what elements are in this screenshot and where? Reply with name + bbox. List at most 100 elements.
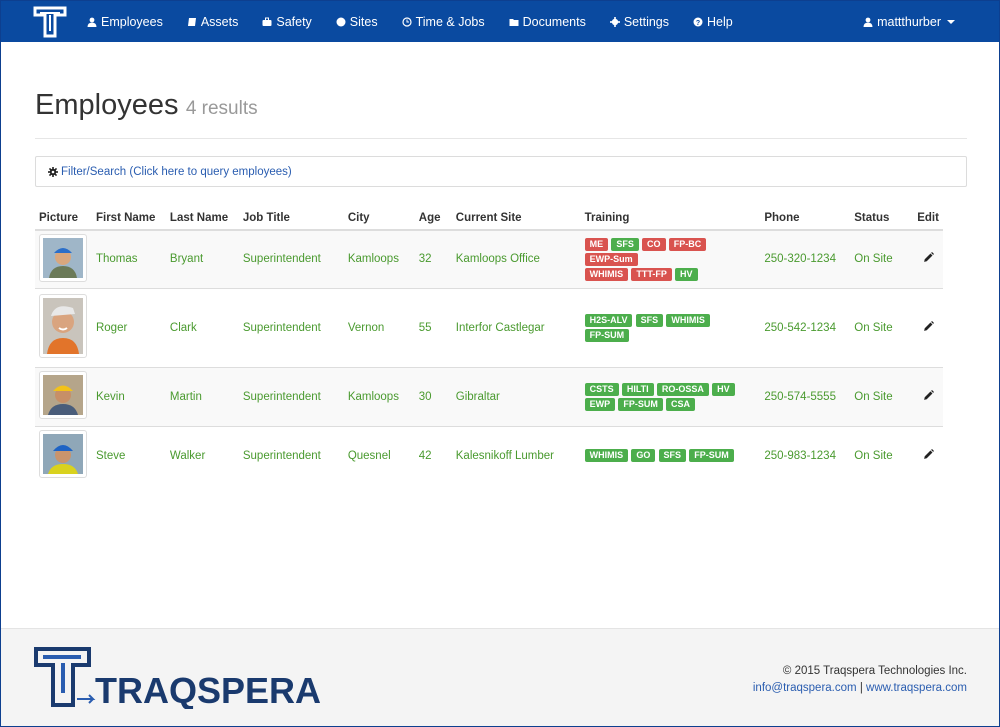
avatar[interactable] (39, 430, 87, 479)
footer-info: © 2015 Traqspera Technologies Inc. info@… (753, 663, 967, 697)
training-badge[interactable]: SFS (658, 449, 687, 463)
current-site[interactable]: Kamloops Office (451, 229, 581, 288)
traqspera-logo-icon[interactable] (33, 5, 67, 39)
training-badge[interactable]: FP-BC (668, 237, 707, 251)
filter-search-panel[interactable]: Filter/Search (Click here to query emplo… (35, 156, 967, 187)
table-row: Roger Clark Superintendent Vernon 55 Int… (35, 287, 943, 367)
nav-employees-label: Employees (101, 14, 163, 29)
training-badge[interactable]: HV (712, 382, 735, 396)
results-count: 4 results (185, 98, 258, 119)
table-row: Steve Walker Superintendent Quesnel 42 K… (35, 425, 943, 485)
col-status: Status (850, 206, 914, 231)
edit-cell (913, 366, 943, 426)
training-badge[interactable]: WHIMIS (584, 449, 629, 463)
page-header: Employees 4 results (35, 89, 967, 139)
training-badge[interactable]: WHIMIS (584, 267, 629, 281)
first-name[interactable]: Steve (91, 425, 166, 485)
training-badge[interactable]: WHIMIS (666, 313, 710, 327)
training-badge[interactable]: CO (642, 237, 666, 251)
training-badge[interactable]: EWP-Sum (584, 252, 638, 266)
avatar[interactable] (39, 371, 87, 419)
training-badge[interactable]: SFS (611, 237, 639, 251)
pencil-icon[interactable] (923, 448, 934, 463)
training-badge[interactable]: FP-SUM (584, 328, 630, 342)
employee-photo-icon (43, 434, 83, 475)
training-badge[interactable]: CSA (666, 397, 696, 411)
training-badge[interactable]: GO (631, 449, 656, 463)
user-icon (87, 17, 97, 27)
col-city: City (343, 206, 415, 231)
clock-icon (401, 16, 412, 27)
col-last-name: Last Name (165, 206, 239, 231)
current-site[interactable]: Gibraltar (451, 366, 581, 426)
avatar[interactable] (39, 294, 87, 358)
phone: 250-574-5555 (760, 366, 851, 426)
nav-employees[interactable]: Employees (87, 15, 163, 29)
first-name[interactable]: Thomas (91, 229, 166, 288)
col-training: Training (580, 206, 761, 231)
training-badge[interactable]: ME (584, 237, 609, 251)
last-name[interactable]: Martin (165, 366, 239, 426)
pencil-icon[interactable] (923, 389, 934, 404)
col-age: Age (414, 206, 452, 231)
website-link[interactable]: www.traqspera.com (866, 682, 967, 694)
training-badge[interactable]: RO-OSSA (656, 382, 709, 396)
top-navbar: Employees Assets Safety Sites Time & Job… (1, 1, 999, 42)
training-badge[interactable]: CSTS (584, 382, 619, 396)
svg-text:?: ? (696, 20, 700, 27)
avatar[interactable] (39, 233, 87, 282)
training-cell: H2S-ALV SFS WHIMIS FP-SUM (580, 287, 761, 367)
training-badge[interactable]: H2S-ALV (584, 313, 633, 327)
employee-photo-icon (43, 375, 83, 415)
current-site[interactable]: Interfor Castlegar (451, 287, 581, 367)
age: 55 (414, 287, 452, 367)
pencil-icon[interactable] (923, 252, 934, 266)
phone: 250-542-1234 (760, 287, 851, 367)
training-badge[interactable]: EWP (584, 397, 616, 411)
nav-settings-label: Settings (623, 14, 670, 29)
nav-time-jobs[interactable]: Time & Jobs (401, 15, 485, 29)
gear-icon (609, 16, 620, 27)
job-title: Superintendent (238, 229, 344, 288)
city: Kamloops (343, 229, 415, 288)
question-icon: ? (693, 17, 703, 27)
col-current-site: Current Site (451, 206, 581, 231)
current-site[interactable]: Kalesnikoff Lumber (451, 425, 581, 485)
nav-safety[interactable]: Safety (262, 15, 312, 29)
employee-photo-icon (43, 298, 83, 354)
status: On Site (850, 287, 914, 367)
status: On Site (850, 425, 914, 485)
status: On Site (850, 366, 914, 426)
email-link[interactable]: info@traqspera.com (753, 682, 857, 694)
nav-sites[interactable]: Sites (336, 15, 378, 29)
table-header-row: Picture First Name Last Name Job Title C… (35, 206, 943, 231)
training-badge[interactable]: HILTI (621, 382, 654, 396)
traqspera-wordmark-logo[interactable]: TRAQSPERA (33, 645, 363, 709)
edit-cell (913, 287, 943, 367)
first-name[interactable]: Roger (91, 287, 166, 367)
employees-table: Picture First Name Last Name Job Title C… (35, 206, 943, 485)
nav-help[interactable]: ? Help (693, 15, 733, 29)
nav-settings[interactable]: Settings (609, 14, 670, 29)
last-name[interactable]: Clark (165, 287, 239, 367)
pencil-icon[interactable] (923, 320, 934, 335)
training-badge[interactable]: FP-SUM (618, 397, 663, 411)
chevron-down-icon (947, 19, 955, 24)
training-badge[interactable]: FP-SUM (689, 449, 734, 463)
first-name[interactable]: Kevin (91, 366, 166, 426)
col-edit: Edit (913, 206, 943, 231)
training-badge[interactable]: HV (675, 267, 698, 281)
copyright: © 2015 Traqspera Technologies Inc. (782, 665, 967, 677)
job-title: Superintendent (238, 366, 344, 426)
employee-photo-icon (43, 237, 83, 278)
user-name: mattthurber (877, 14, 941, 29)
last-name[interactable]: Walker (165, 425, 239, 485)
training-badge[interactable]: TTT-FP (631, 267, 672, 281)
nav-assets[interactable]: Assets (187, 15, 238, 29)
training-badge[interactable]: SFS (635, 313, 664, 327)
nav-documents[interactable]: Documents (509, 15, 586, 29)
picture-cell (35, 425, 92, 485)
nav-documents-label: Documents (522, 14, 586, 29)
user-menu[interactable]: mattthurber (863, 1, 955, 42)
last-name[interactable]: Bryant (165, 229, 239, 288)
